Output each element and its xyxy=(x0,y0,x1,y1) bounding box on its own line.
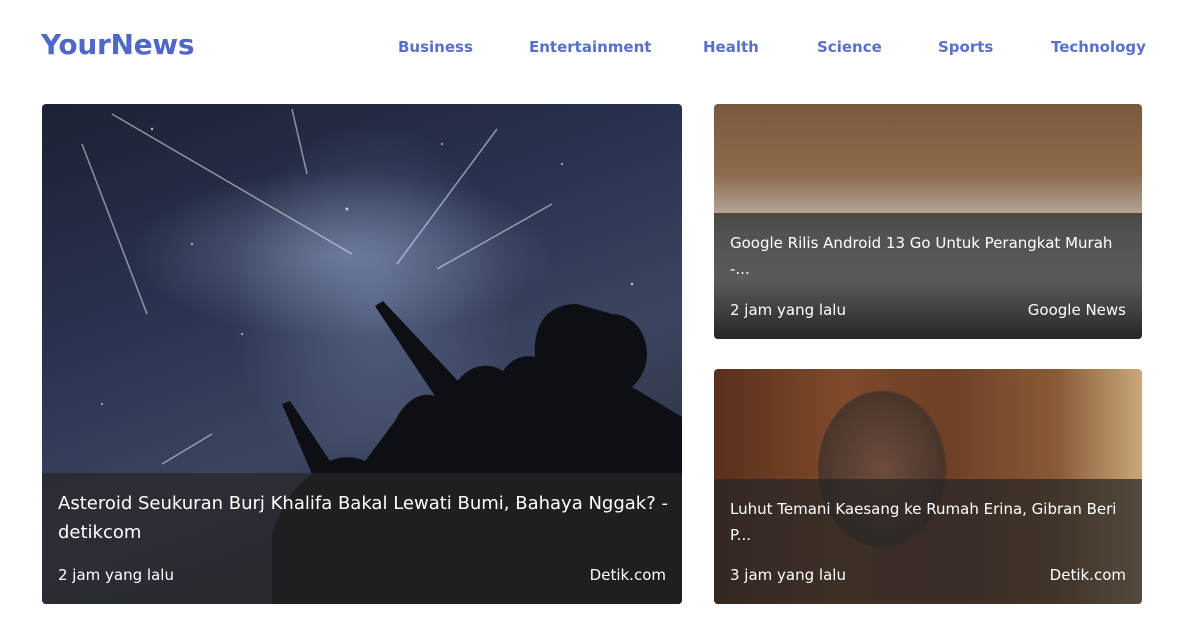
nav-health[interactable]: Health xyxy=(703,38,759,56)
nav-business[interactable]: Business xyxy=(398,38,473,56)
site-header: YourNews Business Entertainment Health S… xyxy=(0,0,1185,96)
news-card-source: Detik.com xyxy=(1049,566,1126,584)
news-card-source: Google News xyxy=(1027,301,1126,319)
news-card-title[interactable]: Google Rilis Android 13 Go Untuk Perangk… xyxy=(730,230,1128,282)
nav-entertainment[interactable]: Entertainment xyxy=(529,38,651,56)
news-card-source: Detik.com xyxy=(589,566,666,584)
news-card-time: 3 jam yang lalu xyxy=(730,566,846,584)
news-card-secondary[interactable]: Luhut Temani Kaesang ke Rumah Erina, Gib… xyxy=(714,369,1142,604)
nav-technology[interactable]: Technology xyxy=(1051,38,1146,56)
news-card-caption: Luhut Temani Kaesang ke Rumah Erina, Gib… xyxy=(714,479,1142,604)
news-card-secondary[interactable]: Google Rilis Android 13 Go Untuk Perangk… xyxy=(714,104,1142,339)
news-card-caption: Asteroid Seukuran Burj Khalifa Bakal Lew… xyxy=(42,473,682,604)
news-card-time: 2 jam yang lalu xyxy=(58,566,174,584)
news-card-caption: Google Rilis Android 13 Go Untuk Perangk… xyxy=(714,213,1142,339)
nav-sports[interactable]: Sports xyxy=(938,38,993,56)
news-card-time: 2 jam yang lalu xyxy=(730,301,846,319)
category-nav: Business Entertainment Health Science Sp… xyxy=(0,38,1185,60)
news-card-title[interactable]: Luhut Temani Kaesang ke Rumah Erina, Gib… xyxy=(730,496,1128,548)
nav-science[interactable]: Science xyxy=(817,38,882,56)
news-card-featured[interactable]: Asteroid Seukuran Burj Khalifa Bakal Lew… xyxy=(42,104,682,604)
news-card-title[interactable]: Asteroid Seukuran Burj Khalifa Bakal Lew… xyxy=(58,489,668,547)
